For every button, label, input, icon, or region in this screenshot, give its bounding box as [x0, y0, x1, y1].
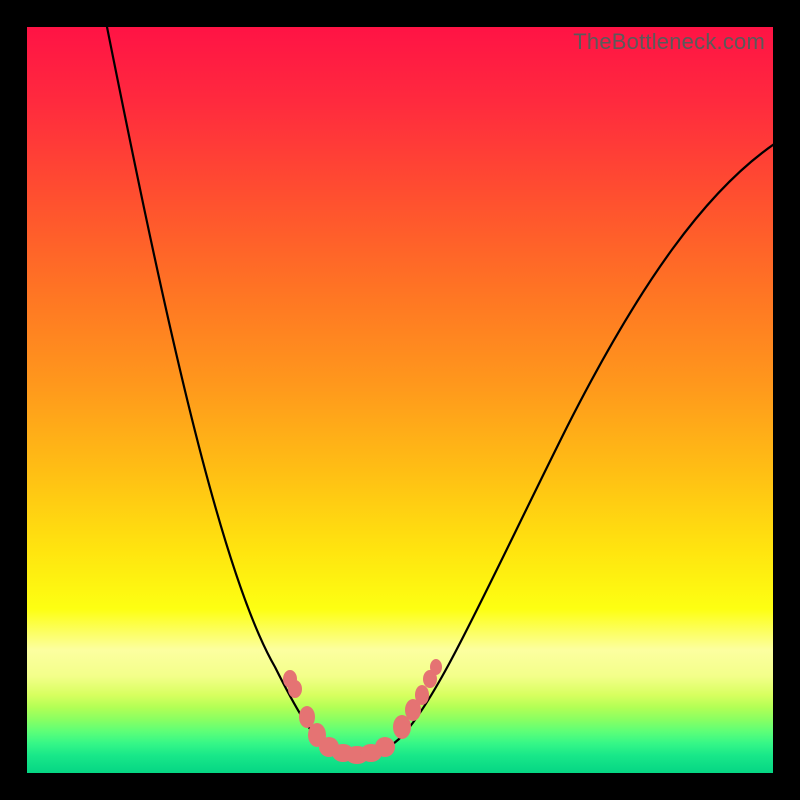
highlight-blob [415, 685, 429, 705]
curve-layer [27, 27, 773, 773]
highlight-blob [375, 737, 395, 757]
highlight-blob [430, 659, 442, 675]
chart-frame: TheBottleneck.com [27, 27, 773, 773]
valley-highlight [283, 659, 442, 764]
curve-left [105, 27, 357, 757]
curve-right [357, 137, 773, 757]
highlight-blob [288, 680, 302, 698]
